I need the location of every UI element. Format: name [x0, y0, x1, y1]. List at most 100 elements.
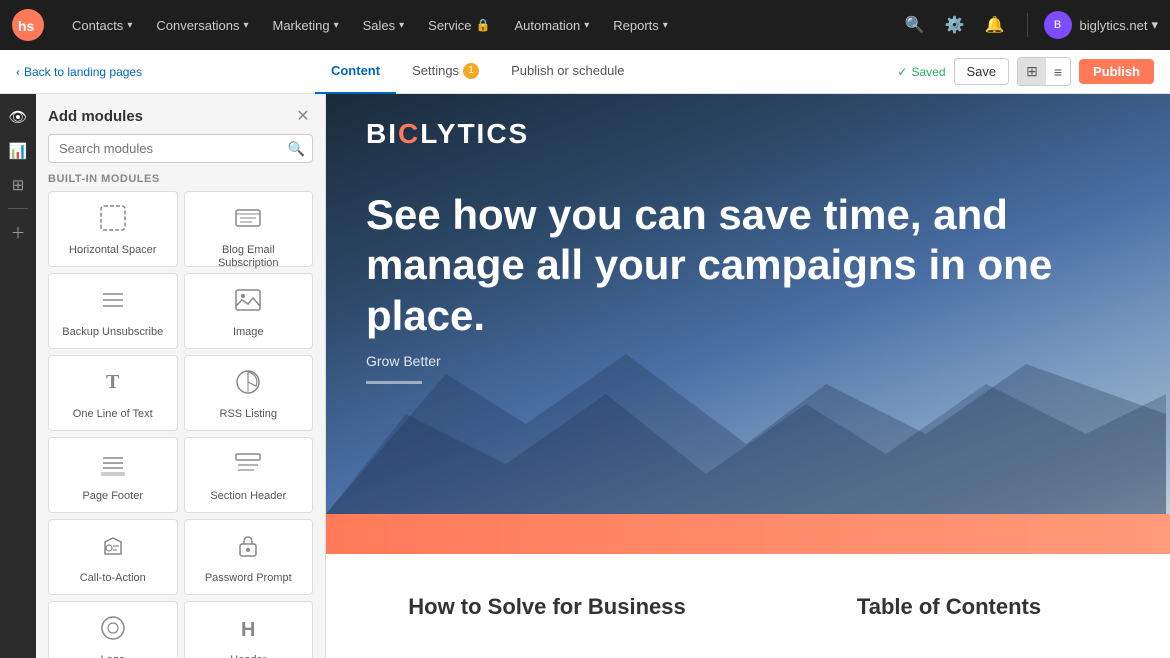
- account-menu[interactable]: biglytics.net ▾: [1080, 17, 1158, 33]
- module-page-footer[interactable]: Page Footer: [48, 437, 178, 513]
- nav-marketing[interactable]: Marketing ▾: [260, 0, 350, 50]
- hubspot-logo[interactable]: hs: [12, 9, 44, 41]
- nav-reports[interactable]: Reports ▾: [601, 0, 680, 50]
- nav-service[interactable]: Service 🔒: [416, 0, 502, 50]
- module-blog-email-subscription[interactable]: Blog Email Subscription: [184, 191, 314, 267]
- sidebar-separator: [8, 208, 28, 209]
- module-call-to-action[interactable]: Call-to-Action: [48, 519, 178, 595]
- nav-sales[interactable]: Sales ▾: [351, 0, 417, 50]
- page-footer-icon: [99, 450, 127, 484]
- blog-email-icon: [234, 204, 262, 238]
- bottom-col-right: Table of Contents: [768, 594, 1130, 620]
- tab-publish-schedule[interactable]: Publish or schedule: [495, 50, 640, 94]
- view-toggle-list[interactable]: ≡: [1046, 58, 1070, 85]
- search-box: 🔍: [48, 134, 313, 163]
- module-backup-unsubscribe[interactable]: Backup Unsubscribe: [48, 273, 178, 349]
- modules-title: Add modules: [48, 108, 143, 125]
- logo-accent: C: [398, 118, 420, 149]
- chevron-down-icon: ▾: [399, 20, 404, 31]
- module-rss-listing[interactable]: RSS Listing: [184, 355, 314, 431]
- nav-right-actions: 🔍 ⚙️ 🔔 B biglytics.net ▾: [899, 9, 1158, 41]
- modules-panel: Add modules ✕ 🔍 Built-in Modules Horizon…: [36, 94, 326, 658]
- image-icon: [234, 286, 262, 320]
- hero-subheading: Grow Better: [366, 353, 1130, 369]
- preview-frame: BICLYTICS See how you can save time, and…: [326, 94, 1170, 658]
- header-icon: H: [234, 614, 262, 648]
- svg-text:hs: hs: [18, 18, 35, 34]
- hero-divider: [366, 381, 422, 384]
- bottom-section: How to Solve for Business Table of Conte…: [326, 554, 1170, 658]
- tab-content[interactable]: Content: [315, 50, 396, 94]
- module-header[interactable]: H Header: [184, 601, 314, 658]
- svg-text:T: T: [106, 371, 120, 393]
- nav-contacts[interactable]: Contacts ▾: [60, 0, 144, 50]
- hero-section: BICLYTICS See how you can save time, and…: [326, 94, 1170, 514]
- logo-icon: [99, 614, 127, 648]
- module-blog-email-label: Blog Email Subscription: [193, 244, 305, 270]
- password-prompt-icon: [234, 532, 262, 566]
- chevron-down-icon: ▾: [127, 20, 132, 31]
- settings-icon-button[interactable]: ⚙️: [939, 9, 971, 41]
- svg-text:H: H: [241, 619, 255, 641]
- module-section-header-label: Section Header: [210, 490, 286, 503]
- module-page-footer-label: Page Footer: [82, 490, 143, 503]
- module-horizontal-spacer[interactable]: Horizontal Spacer: [48, 191, 178, 267]
- sidebar-add-icon[interactable]: ＋: [3, 217, 33, 247]
- horizontal-spacer-icon: [99, 204, 127, 238]
- module-image[interactable]: Image: [184, 273, 314, 349]
- hero-logo: BICLYTICS: [366, 118, 1130, 150]
- chevron-down-icon: ▾: [243, 20, 248, 31]
- search-icon-button[interactable]: 🔍: [899, 9, 931, 41]
- top-navigation: hs Contacts ▾ Conversations ▾ Marketing …: [0, 0, 1170, 50]
- content-preview-area: BICLYTICS See how you can save time, and…: [326, 94, 1170, 658]
- module-password-prompt[interactable]: Password Prompt: [184, 519, 314, 595]
- search-modules-input[interactable]: [48, 134, 313, 163]
- bottom-left-title: How to Solve for Business: [408, 594, 686, 620]
- module-image-label: Image: [233, 326, 264, 339]
- modules-panel-header: Add modules ✕: [36, 94, 325, 134]
- module-backup-unsub-label: Backup Unsubscribe: [62, 326, 163, 339]
- hero-heading: See how you can save time, and manage al…: [366, 190, 1066, 341]
- saved-status: ✓ Saved: [897, 65, 945, 79]
- chevron-down-icon: ▾: [663, 20, 668, 31]
- module-rss-listing-label: RSS Listing: [220, 408, 277, 421]
- nav-conversations[interactable]: Conversations ▾: [144, 0, 260, 50]
- module-one-line-text-label: One Line of Text: [73, 408, 153, 421]
- chevron-down-icon: ▾: [1151, 17, 1158, 33]
- module-password-prompt-label: Password Prompt: [205, 572, 292, 585]
- avatar[interactable]: B: [1044, 11, 1072, 39]
- modules-grid: Horizontal Spacer Blog Email Subscriptio…: [36, 191, 325, 658]
- module-section-header[interactable]: Section Header: [184, 437, 314, 513]
- search-icon[interactable]: 🔍: [288, 140, 305, 157]
- left-sidebar: 👁 📊 ⊞ ＋: [0, 94, 36, 658]
- bottom-col-left: How to Solve for Business: [366, 594, 728, 620]
- view-toggle-grid[interactable]: ⊞: [1018, 58, 1046, 85]
- module-one-line-text[interactable]: T One Line of Text: [48, 355, 178, 431]
- backup-unsub-icon: [99, 286, 127, 320]
- bottom-right-title: Table of Contents: [857, 594, 1041, 620]
- coral-strip: [326, 514, 1170, 554]
- tab-settings[interactable]: Settings 1: [396, 50, 495, 94]
- nav-divider: [1027, 13, 1028, 37]
- call-to-action-icon: [99, 532, 127, 566]
- sidebar-chart-icon[interactable]: 📊: [3, 136, 33, 166]
- sidebar-grid-icon[interactable]: ⊞: [3, 170, 33, 200]
- module-header-label: Header: [230, 654, 266, 658]
- module-logo[interactable]: Logo: [48, 601, 178, 658]
- modules-section-label: Built-in Modules: [36, 173, 325, 191]
- view-toggle: ⊞ ≡: [1017, 57, 1071, 86]
- nav-automation[interactable]: Automation ▾: [502, 0, 601, 50]
- sub-navigation: ‹ Back to landing pages Content Settings…: [0, 50, 1170, 94]
- chevron-down-icon: ▾: [334, 20, 339, 31]
- close-panel-button[interactable]: ✕: [293, 106, 313, 126]
- sidebar-eye-icon[interactable]: 👁: [3, 102, 33, 132]
- notifications-icon-button[interactable]: 🔔: [979, 9, 1011, 41]
- chevron-down-icon: ▾: [584, 20, 589, 31]
- section-header-icon: [234, 450, 262, 484]
- sub-nav-right: ✓ Saved Save ⊞ ≡ Publish: [897, 57, 1154, 86]
- save-button[interactable]: Save: [954, 58, 1010, 85]
- main-layout: 👁 📊 ⊞ ＋ Add modules ✕ 🔍 Built-in Modules…: [0, 94, 1170, 658]
- module-call-to-action-label: Call-to-Action: [80, 572, 146, 585]
- publish-button[interactable]: Publish: [1079, 59, 1154, 84]
- settings-badge: 1: [463, 63, 479, 79]
